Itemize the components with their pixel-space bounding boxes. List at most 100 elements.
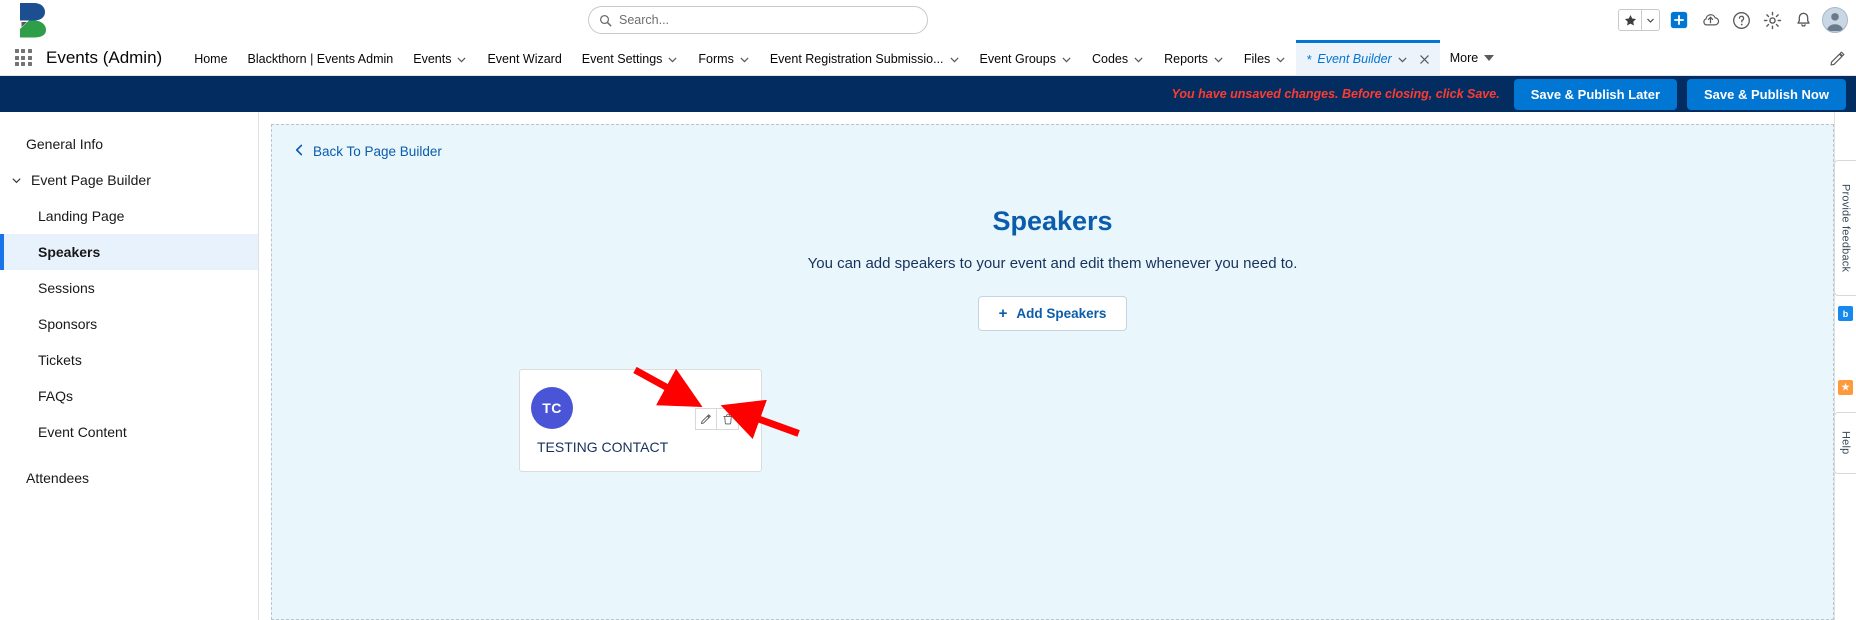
nav-label: Event Wizard <box>487 51 562 66</box>
close-icon[interactable] <box>1419 54 1430 65</box>
speaker-card-actions <box>695 408 739 430</box>
global-search[interactable] <box>588 6 928 34</box>
chevron-down-icon[interactable] <box>667 54 678 65</box>
back-link-label: Back To Page Builder <box>313 144 442 159</box>
edit-navigation-pencil-icon[interactable] <box>1829 40 1846 76</box>
chevron-down-icon[interactable] <box>1213 54 1224 65</box>
nav-label: Events <box>413 51 452 66</box>
sidebar-item-label: FAQs <box>38 388 74 404</box>
app-launcher-button[interactable] <box>0 40 46 75</box>
speaker-name: TESTING CONTACT <box>537 439 669 455</box>
nav-label: Codes <box>1091 51 1129 66</box>
chevron-down-icon[interactable] <box>949 54 960 65</box>
nav-label: Home <box>194 51 228 66</box>
provide-feedback-tab[interactable]: Provide feedback <box>1834 160 1856 296</box>
edit-speaker-button[interactable] <box>695 408 717 430</box>
sidebar-item-speakers[interactable]: Speakers <box>0 234 258 270</box>
sidebar-item-label: Landing Page <box>38 208 125 224</box>
blackthorn-logo[interactable] <box>0 2 58 38</box>
nav-label: Event Builder <box>1317 51 1392 66</box>
nav-item-blackthorn-events-admin[interactable]: Blackthorn | Events Admin <box>238 40 404 75</box>
nav-item-events[interactable]: Events <box>403 40 477 75</box>
nav-item-event-registration-submissions[interactable]: Event Registration Submissio... <box>760 40 970 75</box>
blackthorn-logo-icon <box>20 3 46 38</box>
nav-item-event-wizard[interactable]: Event Wizard <box>477 40 571 75</box>
unsaved-marker: * <box>1306 51 1312 67</box>
page-title: Speakers <box>992 206 1113 236</box>
sidebar-item-general-info[interactable]: General Info <box>0 126 258 162</box>
sidebar-item-event-content[interactable]: Event Content <box>0 414 258 450</box>
nav-item-event-groups[interactable]: Event Groups <box>970 40 1082 75</box>
sidebar-item-label: Event Content <box>38 424 127 440</box>
nav-item-forms[interactable]: Forms <box>688 40 759 75</box>
annotation-arrows <box>633 366 800 440</box>
app-launcher-icon <box>14 49 32 66</box>
page-description: You can add speakers to your event and e… <box>807 255 1298 272</box>
nav-label: Files <box>1243 51 1271 66</box>
sidebar-item-label: General Info <box>26 136 104 152</box>
favorites-group[interactable] <box>1618 9 1660 31</box>
nav-item-event-settings[interactable]: Event Settings <box>572 40 689 75</box>
sidebar: General Info Event Page Builder Landing … <box>0 112 259 620</box>
app-navigation-bar: Events (Admin) Home Blackthorn | Events … <box>0 40 1856 76</box>
chevron-down-icon[interactable] <box>1133 54 1144 65</box>
sidebar-item-label: Event Page Builder <box>31 172 151 188</box>
body: General Info Event Page Builder Landing … <box>0 112 1856 620</box>
nav-label: Reports <box>1164 51 1208 66</box>
favorites-star-icon[interactable] <box>1619 10 1641 30</box>
chevron-down-icon[interactable] <box>456 54 467 65</box>
nav-item-home[interactable]: Home <box>184 40 237 75</box>
save-and-publish-later-button[interactable]: Save & Publish Later <box>1513 78 1678 110</box>
avatar: TC <box>531 387 573 429</box>
speaker-card[interactable]: TC TESTING CONTACT <box>519 369 762 472</box>
nav-item-files[interactable]: Files <box>1234 40 1296 75</box>
nav-label: Event Settings <box>581 51 663 66</box>
sidebar-item-faqs[interactable]: FAQs <box>0 378 258 414</box>
sidebar-item-tickets[interactable]: Tickets <box>0 342 258 378</box>
sidebar-item-label: Sessions <box>38 280 95 296</box>
nav-item-more[interactable]: More <box>1440 40 1504 75</box>
sidebar-item-sponsors[interactable]: Sponsors <box>0 306 258 342</box>
unsaved-changes-message: You have unsaved changes. Before closing… <box>1171 87 1500 101</box>
plus-icon: + <box>998 305 1008 323</box>
search-input[interactable] <box>619 13 917 27</box>
favorites-caret-icon[interactable] <box>1641 10 1659 30</box>
badge-orange-icon[interactable]: ★ <box>1838 380 1853 395</box>
add-icon[interactable] <box>1667 8 1691 32</box>
chevron-down-icon[interactable] <box>1275 54 1286 65</box>
chevron-down-icon[interactable] <box>1397 54 1408 65</box>
nav-label: Blackthorn | Events Admin <box>247 51 394 66</box>
nav-item-event-builder[interactable]: * Event Builder <box>1296 40 1440 75</box>
nav-item-codes[interactable]: Codes <box>1082 40 1154 75</box>
page-canvas: Back To Page Builder Speakers You can ad… <box>259 112 1856 620</box>
sidebar-item-attendees[interactable]: Attendees <box>0 460 258 496</box>
sidebar-item-landing-page[interactable]: Landing Page <box>0 198 258 234</box>
header-utility-bar <box>1618 0 1848 40</box>
help-tab[interactable]: Help <box>1834 412 1856 474</box>
nav-label: More <box>1449 50 1479 65</box>
sidebar-item-sessions[interactable]: Sessions <box>0 270 258 306</box>
sidebar-item-label: Attendees <box>26 470 90 486</box>
notifications-bell-icon[interactable] <box>1791 8 1815 32</box>
chevron-down-icon[interactable] <box>739 54 750 65</box>
back-to-page-builder-link[interactable]: Back To Page Builder <box>294 143 442 160</box>
search-icon <box>599 14 612 26</box>
page-builder-dropzone: Back To Page Builder Speakers You can ad… <box>271 124 1834 620</box>
nav-item-reports[interactable]: Reports <box>1154 40 1234 75</box>
cloud-icon[interactable] <box>1698 8 1722 32</box>
save-and-publish-now-button[interactable]: Save & Publish Now <box>1687 78 1846 110</box>
sidebar-item-label: Sponsors <box>38 316 98 332</box>
chevron-down-icon[interactable] <box>10 174 23 187</box>
delete-speaker-button[interactable] <box>717 408 739 430</box>
setup-gear-icon[interactable] <box>1760 8 1784 32</box>
search-box[interactable] <box>588 6 928 34</box>
user-avatar[interactable] <box>1822 7 1848 33</box>
badge-blue-icon[interactable]: b <box>1838 306 1853 321</box>
sidebar-item-event-page-builder[interactable]: Event Page Builder <box>0 162 258 198</box>
sidebar-item-label: Speakers <box>38 244 101 260</box>
help-icon[interactable] <box>1729 8 1753 32</box>
chevron-down-icon[interactable] <box>1061 54 1072 65</box>
sidebar-divider <box>0 450 258 460</box>
add-speakers-button[interactable]: + Add Speakers <box>977 296 1128 332</box>
right-utility-rail: Provide feedback b ★ Help <box>1834 112 1856 620</box>
